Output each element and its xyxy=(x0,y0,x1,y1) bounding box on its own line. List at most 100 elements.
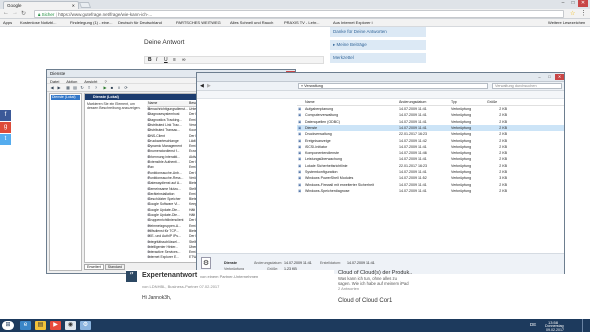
new-tab-button[interactable] xyxy=(78,2,92,8)
italic-icon[interactable]: I xyxy=(156,57,157,63)
social-share-bar: f g t xyxy=(0,110,12,146)
tab-title: Google xyxy=(7,3,22,8)
internet-explorer-icon[interactable]: e xyxy=(20,321,31,330)
close-window-icon[interactable]: ✕ xyxy=(578,0,588,7)
bookmark-item[interactable]: PRAXIS TV - Lehr... xyxy=(284,20,329,26)
quote-icon: ” xyxy=(126,271,137,282)
explorer-row[interactable]: ▣ Windows-Speicherdiagnose 14.07.2009 11:4… xyxy=(297,188,564,194)
browser-toolbar: ← → ↻ 🔒︎ Sicher | https://www.gutefrage.… xyxy=(0,9,590,19)
tab-standard[interactable]: Standard xyxy=(104,264,126,270)
forward-icon[interactable]: ▶ xyxy=(56,85,62,91)
explorer-commandbar xyxy=(197,91,564,99)
chrome-icon[interactable]: ◉ xyxy=(65,321,76,330)
services-task-icon[interactable]: ⚙ xyxy=(80,321,91,330)
underline-icon[interactable]: U xyxy=(164,57,168,63)
filelist-header: Name Änderungsdatum Typ Größe xyxy=(297,100,564,106)
sidebar-link[interactable]: ▸ Meine Beiträge xyxy=(330,40,426,50)
secure-lock-icon: 🔒︎ xyxy=(38,12,41,17)
explorer-window: – □ ✕ ◀ ▶ » Verwaltung Verwaltung durchs… xyxy=(196,72,565,274)
column-header[interactable]: Typ xyxy=(451,100,481,106)
maximize-icon[interactable]: □ xyxy=(568,0,578,7)
details-modified: 14.07.2009 11:41 xyxy=(284,261,312,265)
bookmark-item[interactable]: Alles Schnell und Rauch xyxy=(230,20,280,26)
facebook-icon[interactable]: f xyxy=(0,110,11,121)
menu-icon[interactable]: ⋮ xyxy=(580,9,587,17)
pause-icon[interactable]: ‖ xyxy=(116,85,122,91)
services-tree: Dienste (Lokal) xyxy=(49,93,82,271)
explorer-folder-icon[interactable]: ▤ xyxy=(35,321,46,330)
search-placeholder: Verwaltung durchsuchen xyxy=(495,84,537,88)
back-icon[interactable]: ◀ xyxy=(200,83,204,89)
menu-item[interactable]: Aktion xyxy=(66,79,77,84)
maximize-icon[interactable]: □ xyxy=(545,74,554,80)
bookmark-item[interactable]: Findelegung (1) - eine... xyxy=(70,20,115,26)
link-icon[interactable]: ∞ xyxy=(182,57,186,63)
bookmark-item[interactable]: PARTSCHES WEITWEG xyxy=(176,20,226,26)
expert-heading: Expertenantwort xyxy=(142,272,198,279)
address-bar[interactable]: 🔒︎ Sicher | https://www.gutefrage.net/fr… xyxy=(34,10,564,18)
menu-item[interactable]: ? xyxy=(105,79,107,84)
services-title: Dienste xyxy=(50,71,66,76)
related-heading[interactable]: Cloud of Cloud Cor1 xyxy=(338,298,498,304)
explorer-cell: 2 KB xyxy=(499,188,507,193)
console-tree-icon[interactable]: ▦ xyxy=(65,85,71,91)
column-header[interactable]: Größe xyxy=(487,100,517,106)
clock-date: 09.02.2017 xyxy=(546,328,564,332)
close-icon[interactable]: ✕ xyxy=(555,74,564,80)
reload-icon[interactable]: ↻ xyxy=(21,10,26,17)
bookmark-item[interactable]: Kostenlose Notizbl... xyxy=(20,20,68,26)
explorer-cell: 14.07.2009 11:41 xyxy=(399,188,427,193)
menu-item[interactable]: Ansicht xyxy=(84,79,97,84)
forward-icon[interactable]: → xyxy=(12,10,18,16)
forward-icon[interactable]: ▶ xyxy=(207,83,211,89)
tab-extended[interactable]: Erweitert xyxy=(84,264,104,270)
export-icon[interactable]: ⇪ xyxy=(86,85,92,91)
bookmark-item[interactable]: Apps xyxy=(3,20,12,26)
star-bookmark-icon[interactable]: ☆ xyxy=(570,10,575,17)
show-desktop-button[interactable] xyxy=(582,319,590,332)
path-label: Verwaltung xyxy=(304,84,323,88)
browser-tab-google[interactable]: Google ✕ xyxy=(3,1,79,9)
column-header[interactable]: Änderungsdatum xyxy=(399,100,439,106)
explorer-cell: Windows-Speicherdiagnose xyxy=(305,188,350,193)
properties-icon[interactable]: ▤ xyxy=(72,85,78,91)
back-icon[interactable]: ← xyxy=(3,10,9,16)
close-icon[interactable]: ✕ xyxy=(72,3,75,8)
language-indicator[interactable]: DE xyxy=(530,322,536,327)
restart-icon[interactable]: ⟳ xyxy=(123,85,129,91)
media-player-icon[interactable]: ▶ xyxy=(50,321,61,330)
details-created: 14.07.2009 11:41 xyxy=(347,261,375,265)
sidebar-link[interactable]: Danke für Deine Antworten xyxy=(330,27,426,37)
explorer-cell: Verknüpfung xyxy=(451,188,472,193)
bookmark-other[interactable]: Weitere Lesezeichen xyxy=(548,20,585,26)
services-tabs: Erweitert Standard xyxy=(84,264,126,270)
list-icon[interactable]: ≡ xyxy=(173,57,176,63)
bookmark-item[interactable]: Deutsch für Deutschland xyxy=(118,20,173,26)
service-cell: Internet Explorer E... xyxy=(148,255,180,260)
explorer-path-field[interactable]: » Verwaltung xyxy=(298,83,488,89)
bookmarks-bar: Apps Kostenlose Notizbl... Findelegung (… xyxy=(0,19,590,27)
tree-item-services-local[interactable]: Dienste (Lokal) xyxy=(51,95,80,100)
start-button-icon[interactable]: ⊞ xyxy=(2,321,14,330)
minimize-icon[interactable]: – xyxy=(558,0,568,7)
explorer-addressbar: ◀ ▶ » Verwaltung Verwaltung durchsuchen xyxy=(197,82,564,91)
column-header[interactable]: Name xyxy=(148,101,188,107)
services-hint: Markieren Sie ein Element, um dessen Bes… xyxy=(87,102,141,111)
bold-icon[interactable]: B xyxy=(148,57,152,63)
browser-tabstrip: Google ✕ – □ ✕ xyxy=(0,0,590,9)
explorer-search-field[interactable]: Verwaltung durchsuchen xyxy=(492,83,562,89)
column-header[interactable]: Name xyxy=(305,100,365,106)
bookmark-item[interactable]: Aus Internet Explorer i xyxy=(333,20,388,26)
minimize-icon[interactable]: – xyxy=(535,74,544,80)
stop-icon[interactable]: ■ xyxy=(109,85,115,91)
refresh-icon[interactable]: ↻ xyxy=(79,85,85,91)
sidebar-link-label: Meine Beiträge xyxy=(336,42,367,47)
twitter-icon[interactable]: t xyxy=(0,134,11,145)
menu-item[interactable]: Datei xyxy=(50,79,59,84)
sidebar-link[interactable]: Merkzettel xyxy=(330,53,426,63)
help-icon[interactable]: ? xyxy=(93,85,99,91)
play-icon[interactable]: ▶ xyxy=(102,85,108,91)
google-plus-icon[interactable]: g xyxy=(0,122,11,133)
back-icon[interactable]: ◀ xyxy=(49,85,55,91)
address-sep: | xyxy=(55,12,57,17)
